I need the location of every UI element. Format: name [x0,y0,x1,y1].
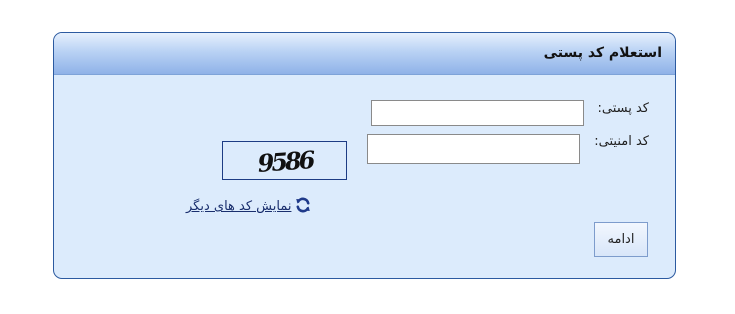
postal-code-inquiry-panel: استعلام کد پستی کد پستی: کد امنیتی: 9586… [53,32,676,279]
show-other-code-link[interactable]: نمایش کد های دیگر [186,195,311,214]
security-code-input[interactable] [367,134,580,164]
refresh-icon [295,197,311,213]
postal-code-input[interactable] [371,100,584,126]
show-other-code-label: نمایش کد های دیگر [186,199,292,214]
continue-button[interactable]: ادامه [594,222,648,257]
captcha-image: 9586 [222,141,347,180]
postal-code-label: کد پستی: [597,101,650,116]
captcha-text: 9586 [257,145,317,178]
panel-header: استعلام کد پستی [54,33,675,75]
panel-title: استعلام کد پستی [543,45,662,61]
security-code-label: کد امنیتی: [594,134,649,149]
